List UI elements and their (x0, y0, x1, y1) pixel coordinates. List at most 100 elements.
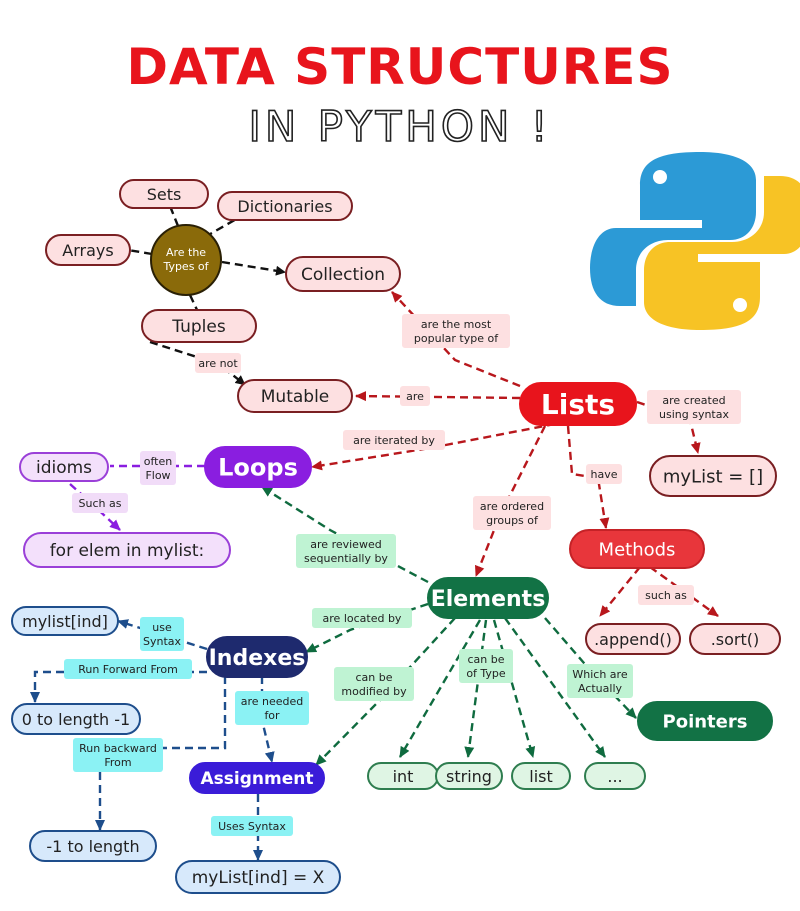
label-run-backward-text: From (104, 756, 131, 769)
edge-hub-collection (221, 260, 286, 276)
node-mylist-assign-label: myList[ind] = X (192, 868, 325, 888)
label-are: are (400, 386, 430, 406)
label-such-as-methods-text: such as (645, 589, 687, 602)
label-ordered-groups-text: are ordered (480, 500, 544, 513)
edge-elements-list (492, 619, 536, 758)
label-needed-for: are neededfor (235, 691, 309, 725)
label-run-forward-text: Run Forward From (78, 663, 178, 676)
node-indexes-label: Indexes (209, 646, 306, 671)
label-run-backward-text: Run backward (79, 742, 157, 755)
node-pointers-label: Pointers (663, 711, 748, 732)
node-idioms-label: idioms (36, 458, 92, 478)
node-types-hub-line: Are the (166, 246, 206, 259)
label-located-by-text: are located by (323, 612, 402, 625)
node-int: int (367, 762, 439, 790)
node-append: .append() (585, 623, 681, 655)
node-arrays: Arrays (45, 234, 131, 266)
label-reviewed-seq-text: sequentially by (304, 552, 388, 565)
node-list-label: list (529, 767, 553, 786)
node-more: ... (584, 762, 646, 790)
node-dictionaries: Dictionaries (217, 191, 353, 221)
node-methods: Methods (569, 529, 705, 569)
node-collection: Collection (285, 256, 401, 292)
node-list: list (511, 762, 571, 790)
edge-lists-mutable (355, 391, 521, 402)
node-types-hub: Are theTypes of (150, 224, 222, 296)
node-lists-label: Lists (541, 388, 615, 421)
label-uses-syntax-text: Uses Syntax (218, 820, 286, 833)
label-often-flow: oftenFlow (140, 451, 176, 485)
label-most-popular-text: popular type of (414, 332, 499, 345)
node-mutable-label: Mutable (261, 387, 330, 407)
label-are-text: are (406, 390, 424, 403)
label-are-not: are not (195, 353, 241, 373)
node-sort: .sort() (689, 623, 781, 655)
label-often-flow-text: Flow (145, 469, 170, 482)
label-uses-syntax: Uses Syntax (211, 816, 293, 836)
label-needed-for-text: for (264, 709, 280, 722)
label-modified-by-text: can be (355, 671, 392, 684)
edge-hub-arrays (127, 248, 153, 256)
label-reviewed-seq-text: are reviewed (310, 538, 381, 551)
node-more-label: ... (607, 767, 622, 786)
node-int-label: int (393, 767, 414, 786)
node-for-elem-label: for elem in mylist: (50, 541, 205, 561)
node-assignment-label: Assignment (201, 769, 314, 789)
label-ordered-groups: are orderedgroups of (473, 496, 551, 530)
node-append-label: .append() (594, 630, 672, 649)
node-methods-label: Methods (599, 539, 676, 560)
node-sets: Sets (119, 179, 209, 209)
node-sort-label: .sort() (711, 630, 760, 649)
label-created-syntax: are createdusing syntax (647, 390, 741, 424)
label-run-forward: Run Forward From (64, 659, 192, 679)
python-logo-icon (590, 152, 800, 330)
node-assignment: Assignment (189, 762, 325, 794)
label-such-as-loops-text: Such as (79, 497, 122, 510)
label-use-syntax-text: Syntax (143, 635, 182, 648)
node-pointers: Pointers (637, 701, 773, 741)
label-are-not-text: are not (198, 357, 238, 370)
label-such-as-loops: Such as (72, 493, 128, 513)
node-neg-one-to-length-label: -1 to length (46, 837, 139, 856)
node-string-label: string (446, 767, 492, 786)
label-most-popular-text: are the most (421, 318, 492, 331)
node-mylist-assign: myList[ind] = X (175, 860, 341, 894)
node-dictionaries-label: Dictionaries (237, 197, 332, 216)
node-sets-label: Sets (147, 185, 182, 204)
node-zero-to-length-label: 0 to length -1 (22, 710, 130, 729)
label-created-syntax-text: are created (662, 394, 725, 407)
label-iterated-by-text: are iterated by (353, 434, 435, 447)
node-string: string (435, 762, 503, 790)
label-reviewed-seq: are reviewedsequentially by (296, 534, 396, 568)
node-tuples-label: Tuples (171, 317, 226, 337)
node-neg-one-to-length: -1 to length (29, 830, 157, 862)
label-often-flow-text: often (144, 455, 172, 468)
node-tuples: Tuples (141, 309, 257, 343)
edge-methods-append (599, 566, 641, 617)
label-ordered-groups-text: groups of (486, 514, 539, 527)
label-created-syntax-text: using syntax (659, 408, 729, 421)
node-mylist-ind-label: mylist[ind] (22, 612, 108, 631)
label-have: have (586, 464, 622, 484)
node-loops: Loops (204, 446, 312, 488)
node-elements-label: Elements (431, 587, 546, 612)
node-idioms: idioms (19, 452, 109, 482)
label-have-text: have (591, 468, 618, 481)
label-such-as-methods: such as (638, 585, 694, 605)
node-indexes: Indexes (206, 636, 308, 678)
node-mylist-empty-label: myList = [] (663, 466, 763, 487)
node-mylist-empty: myList = [] (649, 455, 777, 497)
label-run-backward: Run backwardFrom (73, 738, 163, 772)
node-loops-label: Loops (218, 454, 298, 482)
node-lists: Lists (519, 382, 637, 426)
node-types-hub-line: Types of (162, 260, 209, 273)
concept-map: Sets Dictionaries Arrays Collection Tuples Mu… (11, 152, 800, 894)
label-located-by: are located by (312, 608, 412, 628)
label-use-syntax: useSyntax (140, 617, 184, 651)
label-use-syntax-text: use (152, 621, 172, 634)
label-can-be-type-text: can be (467, 653, 504, 666)
label-most-popular: are the mostpopular type of (402, 314, 510, 348)
node-for-elem: for elem in mylist: (23, 532, 231, 568)
node-elements: Elements (427, 577, 549, 619)
node-zero-to-length: 0 to length -1 (11, 703, 141, 735)
